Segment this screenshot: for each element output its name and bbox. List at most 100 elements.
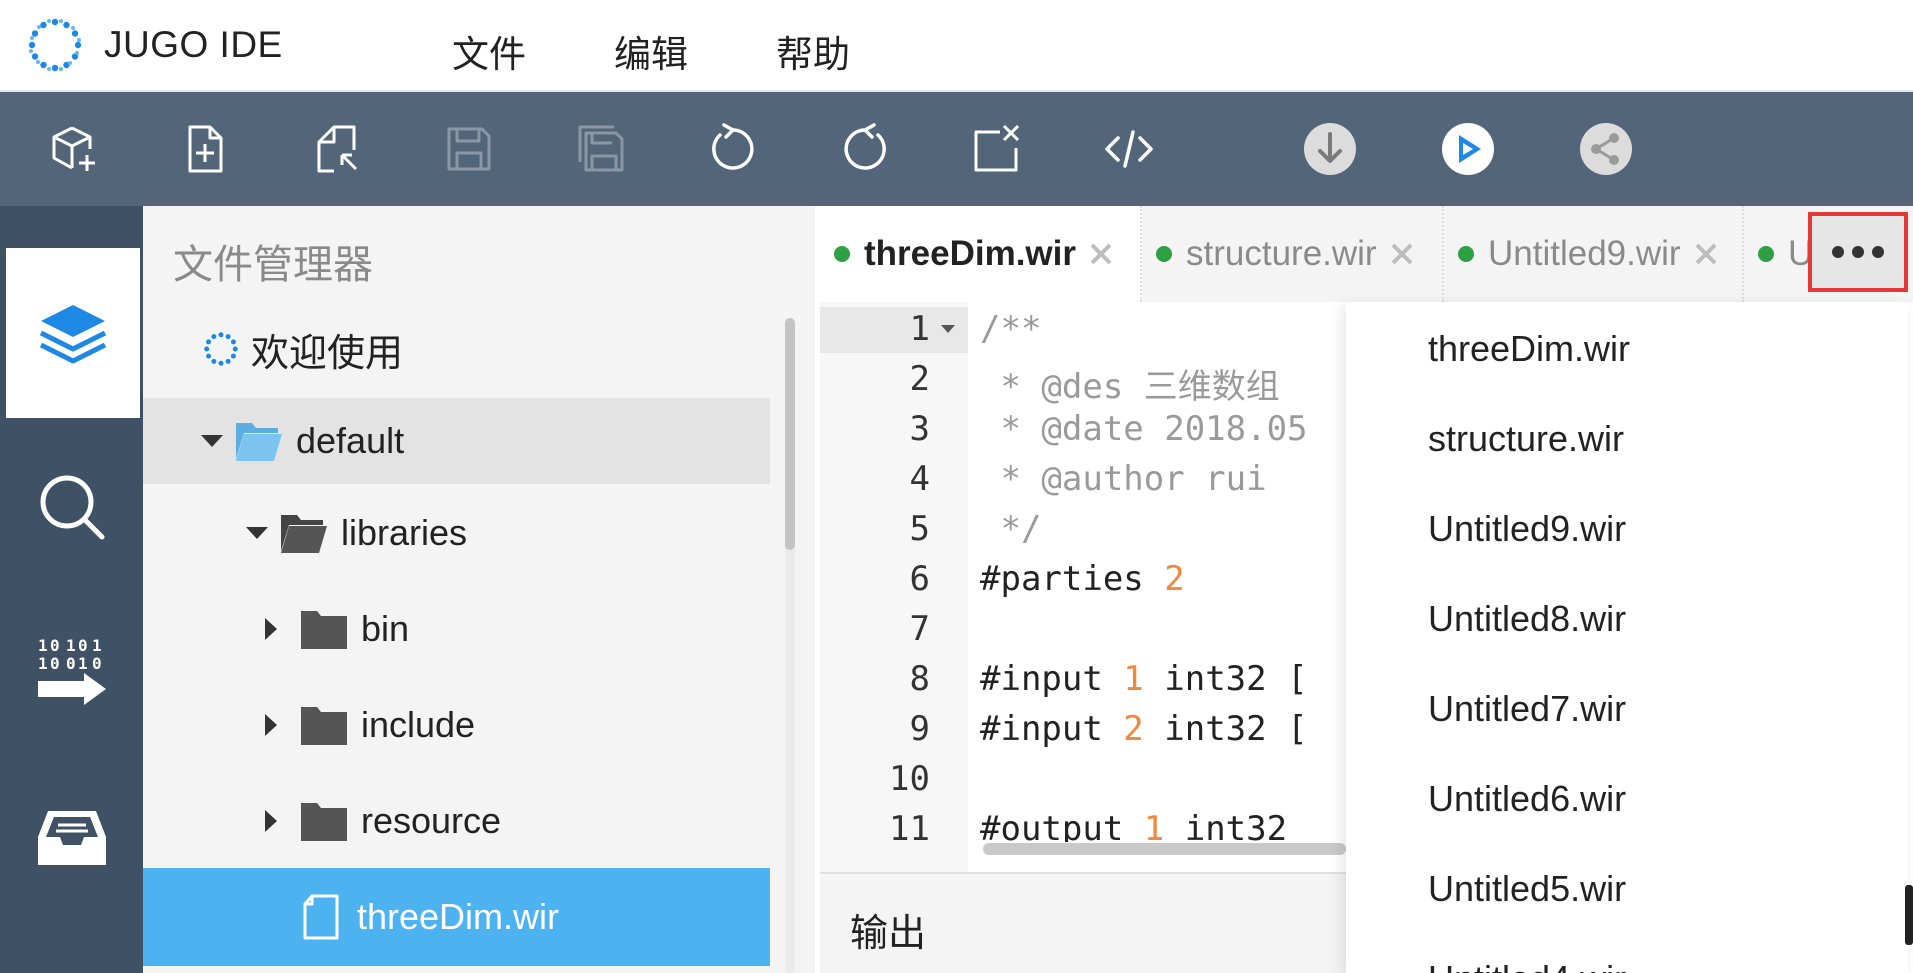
open-file-button[interactable] [307, 119, 367, 179]
line-number: 7 [909, 609, 930, 649]
search-activity-button[interactable] [0, 422, 143, 592]
save-all-button[interactable] [571, 119, 631, 179]
close-file-icon [974, 124, 1020, 172]
new-file-button[interactable] [175, 119, 235, 179]
welcome-item[interactable]: 欢迎使用 [143, 306, 770, 392]
code-line-8: #input 1 int32 [ [980, 659, 1308, 699]
file-icon [303, 894, 339, 940]
svg-text:0: 0 [50, 636, 60, 655]
tab-overflow-dropdown: threeDim.wir structure.wir Untitled9.wir… [1346, 302, 1908, 973]
save-button[interactable] [439, 119, 499, 179]
explorer-activity-button[interactable] [6, 248, 140, 418]
tree-label: resource [361, 800, 502, 841]
tree-folder-default[interactable]: default [143, 398, 770, 484]
download-button[interactable] [1300, 119, 1360, 179]
code-view-button[interactable] [1099, 119, 1159, 179]
tree-folder-bin[interactable]: bin [143, 586, 770, 672]
line-number: 5 [909, 509, 930, 549]
close-icon[interactable] [1693, 241, 1719, 267]
code-comment: */ [980, 509, 1042, 549]
line-number: 9 [909, 709, 930, 749]
editor-horizontal-scrollbar[interactable] [983, 843, 1346, 855]
archive-activity-button[interactable] [0, 754, 143, 924]
unsaved-dot-icon [1458, 246, 1474, 262]
folder-icon [301, 611, 347, 649]
explorer-title: 文件管理器 [173, 242, 373, 288]
new-project-button[interactable] [44, 119, 104, 179]
svg-text:0: 0 [78, 636, 88, 655]
close-icon[interactable] [1389, 241, 1415, 267]
dropdown-item[interactable]: threeDim.wir [1428, 328, 1630, 370]
caret-right-icon [259, 713, 283, 737]
caret-down-icon [245, 521, 269, 545]
window-edge-handle [1905, 885, 1913, 945]
dropdown-item[interactable]: Untitled9.wir [1428, 508, 1626, 550]
fold-arrow-icon[interactable] [940, 323, 956, 335]
explorer-scrollbar[interactable] [785, 318, 795, 550]
run-icon [1442, 123, 1494, 175]
unsaved-dot-icon [1758, 246, 1774, 262]
code-comment: /** [980, 309, 1042, 349]
line-number: 10 [889, 759, 930, 799]
open-file-icon [317, 125, 358, 173]
tree-folder-resource[interactable]: resource [143, 778, 770, 864]
line-number: 4 [909, 459, 930, 499]
tree-folder-include[interactable]: include [143, 682, 770, 768]
tab-structure[interactable]: structure.wir [1142, 206, 1444, 302]
folder-open-icon [236, 423, 282, 461]
dropdown-item[interactable]: Untitled8.wir [1428, 598, 1626, 640]
tab-untitled9[interactable]: Untitled9.wir [1444, 206, 1744, 302]
tab-label: threeDim.wir [864, 234, 1076, 273]
line-number: 1 [909, 309, 930, 349]
close-file-button[interactable] [967, 119, 1027, 179]
code-text: int32 [ [1143, 659, 1308, 699]
redo-icon [844, 123, 886, 170]
svg-text:1: 1 [38, 636, 48, 655]
more-horizontal-icon [1832, 246, 1884, 258]
output-panel: 输出 [820, 872, 1346, 973]
svg-text:0: 0 [66, 654, 76, 673]
inbox-icon [37, 811, 106, 865]
code-number: 1 [1143, 809, 1165, 842]
menu-edit[interactable]: 编辑 [614, 24, 688, 78]
caret-right-icon [259, 617, 283, 641]
svg-text:1: 1 [38, 654, 48, 673]
compile-activity-button[interactable]: 10101 10010 [0, 586, 143, 756]
dropdown-item[interactable]: structure.wir [1428, 418, 1624, 460]
code-line-2: * @des 三维数组 [980, 359, 1279, 408]
run-button[interactable] [1438, 119, 1498, 179]
tree-label: threeDim.wir [357, 896, 560, 937]
code-line-5: */ [980, 509, 1041, 549]
line-number: 2 [909, 359, 930, 399]
tree-label: libraries [341, 512, 468, 553]
output-label[interactable]: 输出 [850, 902, 926, 957]
tree-folder-libraries[interactable]: libraries [143, 490, 770, 576]
dropdown-item[interactable]: Untitled6.wir [1428, 778, 1626, 820]
menubar: JUGO IDE 文件 编辑 帮助 [0, 0, 1913, 92]
caret-right-icon [259, 809, 283, 833]
dropdown-item[interactable]: Untitled5.wir [1428, 868, 1626, 910]
dropdown-item[interactable]: Untitled4.wir [1428, 958, 1626, 973]
tab-label: structure.wir [1186, 234, 1377, 273]
code-comment: * @author rui [980, 459, 1267, 499]
close-icon[interactable] [1088, 241, 1114, 267]
svg-text:1: 1 [66, 636, 76, 655]
redo-button[interactable] [835, 119, 895, 179]
code-line-11: #output 1 int32 [980, 809, 1287, 842]
line-number: 11 [889, 809, 930, 849]
tree-file-threedim[interactable]: threeDim.wir [143, 868, 770, 966]
tab-threedim[interactable]: threeDim.wir [820, 206, 1142, 302]
welcome-label: 欢迎使用 [251, 330, 404, 375]
code-editor[interactable]: /** * @des 三维数组 * @date 2018.05 * @autho… [968, 302, 1346, 842]
line-number: 6 [909, 559, 930, 599]
activity-bar: 10101 10010 [0, 206, 143, 973]
more-tabs-button[interactable] [1808, 212, 1908, 292]
menu-help[interactable]: 帮助 [776, 24, 850, 78]
dropdown-item[interactable]: Untitled7.wir [1428, 688, 1626, 730]
menu-file[interactable]: 文件 [452, 24, 526, 78]
undo-button[interactable] [703, 119, 763, 179]
share-button[interactable] [1576, 119, 1636, 179]
code-line-1: /** [980, 309, 1041, 349]
share-icon [1580, 123, 1632, 175]
code-line-9: #input 2 int32 [ [980, 709, 1308, 749]
